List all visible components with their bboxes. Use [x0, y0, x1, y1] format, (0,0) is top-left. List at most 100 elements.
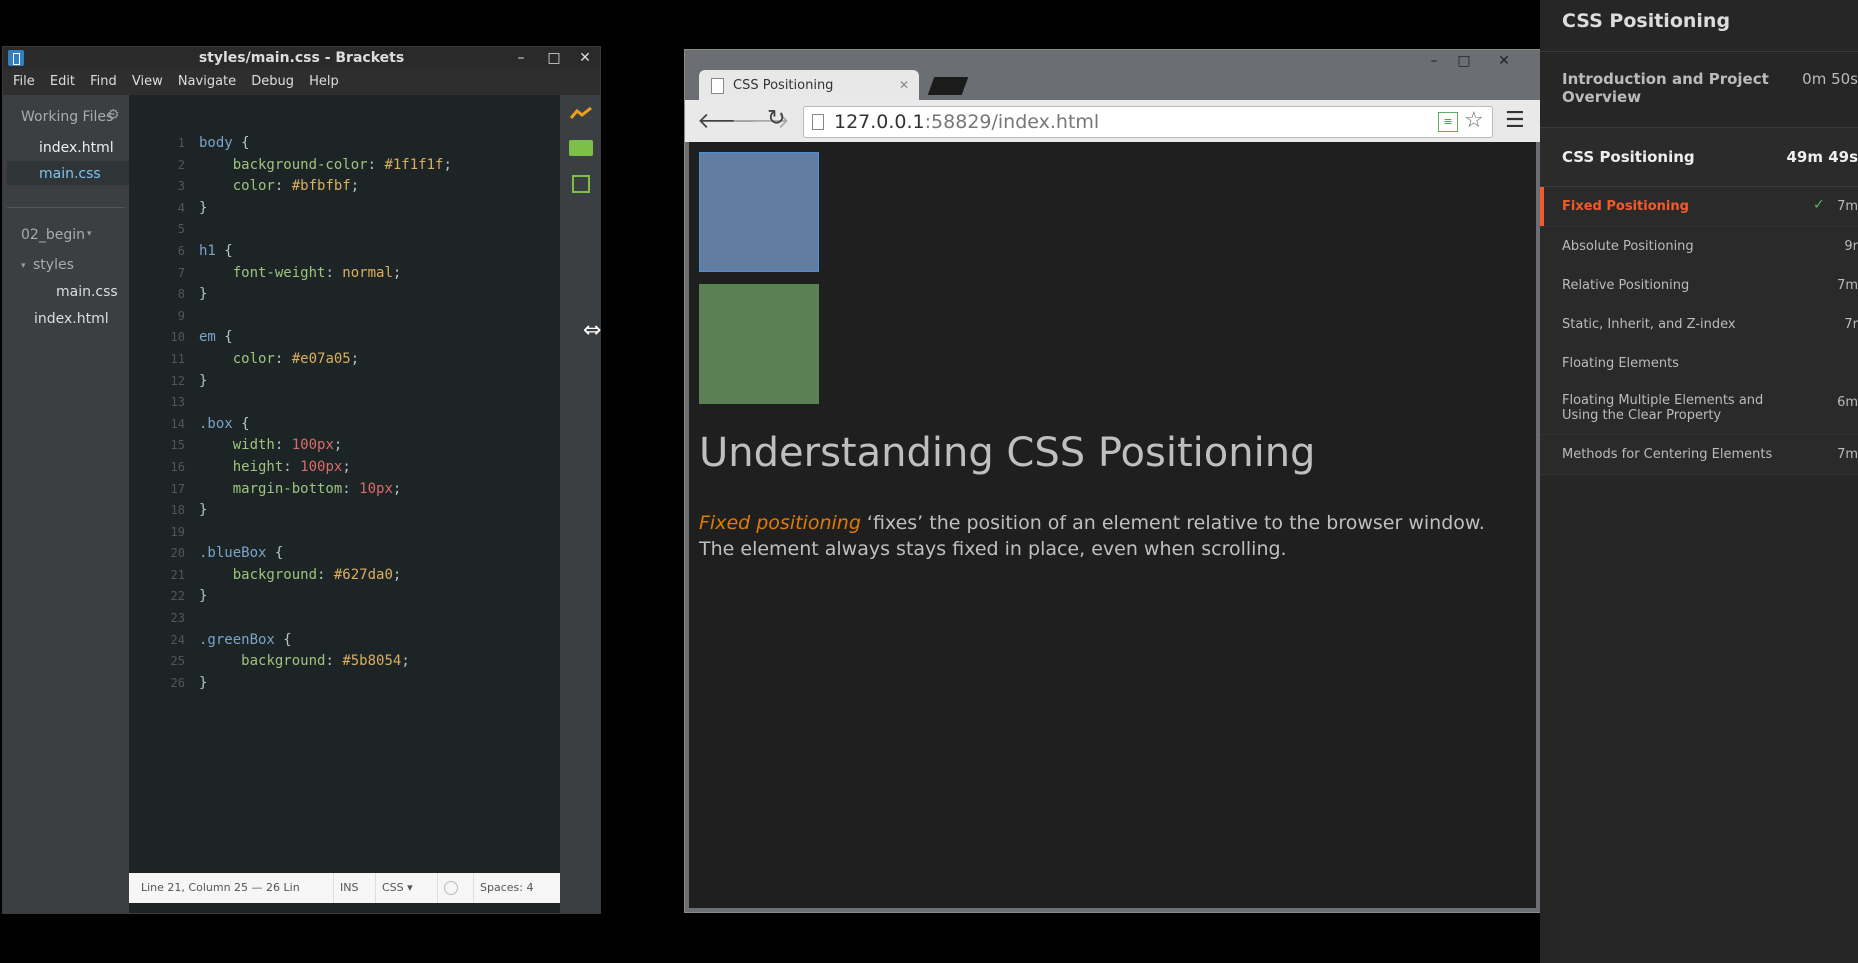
working-file-index[interactable]: index.html: [39, 140, 114, 156]
clip-absolute-positioning[interactable]: Absolute Positioning 9r: [1540, 227, 1858, 267]
code-line[interactable]: [199, 522, 559, 544]
new-tab-button[interactable]: [927, 77, 969, 95]
code-line[interactable]: }: [199, 284, 559, 306]
insert-mode[interactable]: INS: [333, 873, 364, 903]
page-viewport: Understanding CSS Positioning Fixed posi…: [689, 142, 1536, 908]
section-title: Introduction and Project Overview: [1562, 70, 1769, 106]
line-number: 3: [177, 179, 185, 194]
code-line[interactable]: background: #5b8054;: [199, 651, 559, 673]
code-line[interactable]: color: #e07a05;: [199, 349, 559, 371]
menu-navigate[interactable]: Navigate: [178, 69, 236, 95]
tree-file-index[interactable]: index.html: [34, 311, 109, 327]
code-line[interactable]: [199, 306, 559, 328]
menu-file[interactable]: File: [13, 69, 35, 95]
code-area[interactable]: body { background-color: #1f1f1f; color:…: [199, 133, 559, 694]
fixed-positioning-emphasis: Fixed positioning: [699, 512, 861, 534]
code-line[interactable]: h1 {: [199, 241, 559, 263]
line-number: 2: [177, 157, 185, 172]
extension-icon[interactable]: ≡: [1438, 112, 1458, 132]
tab-css-positioning[interactable]: CSS Positioning ✕: [699, 70, 919, 100]
extension-icon[interactable]: [572, 175, 590, 193]
line-number: 25: [170, 654, 185, 669]
close-button[interactable]: ✕: [576, 49, 594, 67]
code-line[interactable]: [199, 392, 559, 414]
menu-icon[interactable]: ☰: [1505, 108, 1525, 133]
star-icon[interactable]: ☆: [1464, 108, 1484, 133]
code-line[interactable]: }: [199, 586, 559, 608]
line-number: 13: [170, 395, 185, 410]
url-path: :58829/index.html: [924, 111, 1100, 133]
brackets-window: styles/main.css - Brackets – □ ✕ File Ed…: [2, 46, 601, 914]
project-dropdown[interactable]: 02_begin: [21, 227, 85, 243]
line-number: 7: [177, 265, 185, 280]
browser-minimize-button[interactable]: –: [1425, 52, 1443, 70]
line-number-gutter: 1 2 3 4 5 6 7 8 9 10 11 12 13 14 15 16 17 18 19 20 21 22 23 24 2…: [129, 133, 185, 694]
code-line[interactable]: .greenBox {: [199, 630, 559, 652]
menu-view[interactable]: View: [132, 69, 163, 95]
code-editor[interactable]: 1 2 3 4 5 6 7 8 9 10 11 12 13 14 15 16 17 18 19 20 21 22 23 24 2…: [129, 95, 560, 913]
code-line[interactable]: .box {: [199, 414, 559, 436]
code-line[interactable]: width: 100px;: [199, 435, 559, 457]
course-title: CSS Positioning: [1562, 10, 1731, 32]
clip-floating-elements[interactable]: Floating Elements: [1540, 344, 1858, 384]
page-paragraph: Fixed positioning ‘fixes’ the position o…: [699, 510, 1499, 562]
code-line[interactable]: font-weight: normal;: [199, 263, 559, 285]
clip-time: 7r: [1844, 317, 1858, 332]
code-line[interactable]: }: [199, 673, 559, 695]
code-line[interactable]: body {: [199, 133, 559, 155]
indent-setting[interactable]: Spaces: 4: [473, 873, 539, 903]
code-line[interactable]: em {: [199, 327, 559, 349]
working-file-main[interactable]: main.css: [39, 166, 101, 182]
code-line[interactable]: margin-bottom: 10px;: [199, 479, 559, 501]
section-css-positioning[interactable]: CSS Positioning 49m 49s: [1540, 128, 1858, 187]
code-line[interactable]: }: [199, 198, 559, 220]
folder-styles[interactable]: styles: [33, 257, 74, 273]
clip-floating-multiple[interactable]: Floating Multiple Elements and Using the…: [1540, 383, 1858, 435]
tree-file-main[interactable]: main.css: [56, 284, 118, 300]
browser-maximize-button[interactable]: □: [1455, 52, 1473, 70]
maximize-button[interactable]: □: [545, 49, 563, 67]
line-number: 17: [170, 481, 185, 496]
code-line[interactable]: }: [199, 371, 559, 393]
code-line[interactable]: background: #627da0;: [199, 565, 559, 587]
resize-cursor-icon: ⇔: [583, 318, 602, 343]
gear-icon[interactable]: ⚙: [107, 107, 120, 123]
menu-debug[interactable]: Debug: [251, 69, 294, 95]
language-select[interactable]: CSS ▾: [375, 873, 419, 903]
menu-find[interactable]: Find: [90, 69, 117, 95]
code-line[interactable]: .blueBox {: [199, 543, 559, 565]
extension-manager-icon[interactable]: [569, 140, 593, 156]
address-bar[interactable]: 127.0.0.1:58829/index.html ≡ ☆: [803, 106, 1493, 138]
lint-status-icon[interactable]: [437, 873, 464, 903]
section-time: 49m 49s: [1786, 148, 1858, 166]
folder-expand-icon[interactable]: ▾: [21, 261, 26, 271]
clip-fixed-positioning[interactable]: Fixed Positioning ✓ 7m: [1540, 187, 1858, 227]
clip-time: 6m: [1837, 395, 1858, 410]
clip-centering-elements[interactable]: Methods for Centering Elements 7m: [1540, 435, 1858, 475]
code-line[interactable]: [199, 608, 559, 630]
code-line[interactable]: [199, 219, 559, 241]
live-preview-icon[interactable]: [569, 105, 592, 119]
code-line[interactable]: color: #bfbfbf;: [199, 176, 559, 198]
clip-static-inherit-zindex[interactable]: Static, Inherit, and Z-index 7r: [1540, 305, 1858, 345]
code-line[interactable]: height: 100px;: [199, 457, 559, 479]
reload-icon[interactable]: ↻: [767, 106, 785, 131]
line-number: 21: [170, 567, 185, 582]
clip-title: Floating Multiple Elements and Using the…: [1562, 393, 1764, 423]
line-number: 18: [170, 503, 185, 518]
browser-close-button[interactable]: ✕: [1495, 52, 1513, 70]
line-number: 19: [170, 524, 185, 539]
line-number: 26: [170, 675, 185, 690]
window-title: styles/main.css - Brackets: [198, 50, 405, 66]
menu-help[interactable]: Help: [309, 69, 339, 95]
menu-edit[interactable]: Edit: [50, 69, 75, 95]
minimize-button[interactable]: –: [512, 49, 530, 67]
line-number: 12: [170, 373, 185, 388]
code-line[interactable]: background-color: #1f1f1f;: [199, 155, 559, 177]
code-line[interactable]: }: [199, 500, 559, 522]
tab-close-icon[interactable]: ✕: [899, 78, 909, 92]
clip-relative-positioning[interactable]: Relative Positioning 7m: [1540, 266, 1858, 306]
right-toolbar: [560, 95, 600, 913]
line-number: 14: [170, 416, 185, 431]
section-intro[interactable]: Introduction and Project Overview 0m 50s: [1540, 52, 1858, 128]
